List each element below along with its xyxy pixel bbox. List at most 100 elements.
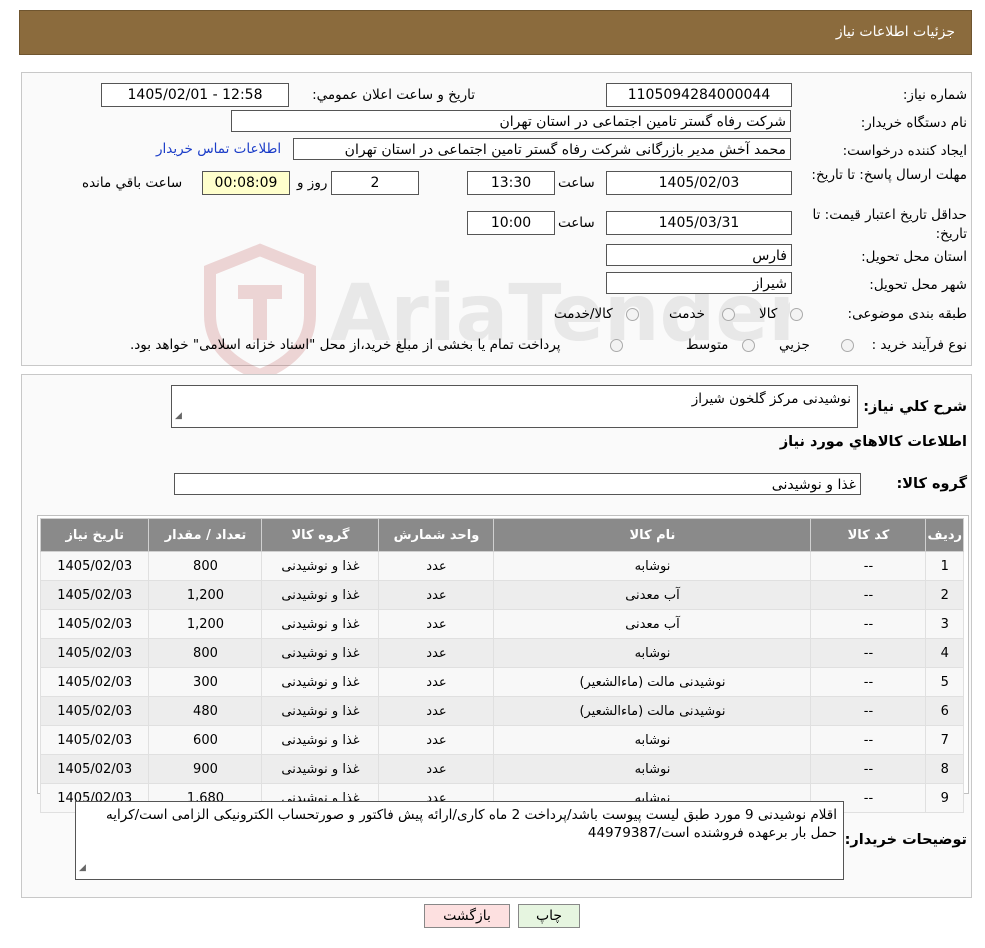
table-row: 7 -- نوشابه عدد غذا و نوشیدنی 600 1405/02/03 bbox=[39, 725, 964, 755]
cell-item-name: آب معدنی bbox=[493, 580, 812, 610]
cell-item-name: نوشابه bbox=[493, 638, 812, 668]
cell-unit: عدد bbox=[378, 754, 495, 784]
province-field[interactable]: فارس bbox=[606, 244, 792, 266]
cell-need-date: 1405/02/03 bbox=[39, 580, 150, 610]
print-button[interactable]: چاپ bbox=[518, 904, 580, 928]
buyer-notes-field[interactable]: اقلام نوشیدنی 9 مورد طبق لیست پیوست باشد… bbox=[75, 801, 844, 880]
col-row-number: رديف bbox=[925, 518, 964, 552]
cell-quantity: 480 bbox=[148, 696, 263, 726]
summary-field[interactable]: نوشیدنی مرکز گلخون شیراز ◢ bbox=[171, 385, 858, 428]
cell-need-date: 1405/02/03 bbox=[39, 667, 150, 697]
deadline-date-field[interactable]: 1405/02/03 bbox=[606, 171, 792, 195]
cell-row-number: 7 bbox=[925, 725, 964, 755]
process-label: نوع فرآيند خريد : bbox=[871, 337, 967, 353]
cell-need-date: 1405/02/03 bbox=[39, 725, 150, 755]
validity-label: حداقل تاريخ اعتبار قيمت: تا تاريخ: bbox=[812, 207, 967, 242]
cell-item-code: -- bbox=[810, 609, 927, 639]
days-label: روز و bbox=[297, 175, 328, 191]
table-row: 5 -- نوشیدنی مالت (ماءالشعیر) عدد غذا و نوشی… bbox=[39, 667, 964, 697]
cell-unit: عدد bbox=[378, 580, 495, 610]
cell-unit: عدد bbox=[378, 638, 495, 668]
cell-item-group: غذا و نوشیدنی bbox=[261, 551, 380, 581]
validity-date-field[interactable]: 1405/03/31 bbox=[606, 211, 792, 235]
col-item-code: کد کالا bbox=[810, 518, 927, 552]
cell-quantity: 300 bbox=[148, 667, 263, 697]
contact-buyer-link[interactable]: اطلاعات تماس خريدار bbox=[156, 141, 281, 157]
need-number-field[interactable]: 1105094284000044 bbox=[606, 83, 792, 107]
cell-row-number: 4 bbox=[925, 638, 964, 668]
deadline-time-label: ساعت bbox=[558, 175, 595, 191]
cell-need-date: 1405/02/03 bbox=[39, 551, 150, 581]
col-quantity: تعداد / مقدار bbox=[148, 518, 263, 552]
group-field[interactable]: غذا و نوشیدنی bbox=[174, 473, 861, 495]
resize-handle-icon[interactable]: ◢ bbox=[175, 407, 182, 425]
cell-unit: عدد bbox=[378, 696, 495, 726]
process-radio-small[interactable] bbox=[841, 339, 854, 352]
resize-handle-icon[interactable]: ◢ bbox=[79, 859, 86, 877]
process-note: پرداخت تمام يا بخشی از مبلغ خريد،از محل … bbox=[130, 337, 561, 353]
cell-quantity: 600 bbox=[148, 725, 263, 755]
category-radio-goods[interactable] bbox=[790, 308, 803, 321]
col-item-group: گروه کالا bbox=[261, 518, 380, 552]
cell-item-group: غذا و نوشیدنی bbox=[261, 667, 380, 697]
cell-need-date: 1405/02/03 bbox=[39, 754, 150, 784]
buyer-org-label: نام دستگاه خريدار: bbox=[860, 115, 967, 131]
process-radio-treasury[interactable] bbox=[610, 339, 623, 352]
back-button[interactable]: بازگشت bbox=[424, 904, 510, 928]
remaining-label: ساعت باقي مانده bbox=[82, 175, 183, 191]
cell-unit: عدد bbox=[378, 667, 495, 697]
cell-quantity: 1,200 bbox=[148, 580, 263, 610]
cell-item-group: غذا و نوشیدنی bbox=[261, 580, 380, 610]
cell-item-group: غذا و نوشیدنی bbox=[261, 609, 380, 639]
group-label: گروه کالا: bbox=[896, 476, 967, 492]
creator-field[interactable]: محمد آخش مدیر بازرگانی شرکت رفاه گستر تا… bbox=[293, 138, 791, 160]
cell-item-name: نوشابه bbox=[493, 725, 812, 755]
col-unit: واحد شمارش bbox=[378, 518, 495, 552]
table-row: 1 -- نوشابه عدد غذا و نوشیدنی 800 1405/02/03 bbox=[39, 551, 964, 581]
cell-need-date: 1405/02/03 bbox=[39, 609, 150, 639]
cell-item-name: نوشابه bbox=[493, 754, 812, 784]
watermark-shield-icon bbox=[204, 243, 316, 380]
cell-item-code: -- bbox=[810, 696, 927, 726]
validity-time-field[interactable]: 10:00 bbox=[467, 211, 555, 235]
cell-item-group: غذا و نوشیدنی bbox=[261, 638, 380, 668]
items-table: رديف کد کالا نام کالا واحد شمارش گروه کا… bbox=[39, 518, 964, 813]
cell-item-code: -- bbox=[810, 638, 927, 668]
items-heading: اطلاعات كالاهاي مورد نياز bbox=[779, 434, 967, 450]
creator-label: ايجاد کننده درخواست: bbox=[842, 143, 967, 159]
cell-item-code: -- bbox=[810, 551, 927, 581]
category-radio-goods-service[interactable] bbox=[626, 308, 639, 321]
summary-label: شرح كلي نياز: bbox=[863, 399, 967, 415]
table-header-row: رديف کد کالا نام کالا واحد شمارش گروه کا… bbox=[39, 518, 964, 552]
cell-item-code: -- bbox=[810, 754, 927, 784]
page-title: جزئیات اطلاعات نیاز bbox=[835, 24, 955, 40]
buyer-notes-text: اقلام نوشیدنی 9 مورد طبق لیست پیوست باشد… bbox=[105, 807, 837, 841]
category-option-goods: کالا bbox=[759, 306, 778, 322]
cell-item-group: غذا و نوشیدنی bbox=[261, 725, 380, 755]
col-item-name: نام کالا bbox=[493, 518, 812, 552]
buyer-notes-label: توضيحات خريدار: bbox=[844, 832, 967, 848]
announce-label: تاریخ و ساعت اعلان عمومي: bbox=[312, 87, 475, 103]
col-need-date: تاريخ نياز bbox=[39, 518, 150, 552]
cell-item-name: نوشیدنی مالت (ماءالشعیر) bbox=[493, 667, 812, 697]
cell-quantity: 1,200 bbox=[148, 609, 263, 639]
announce-field[interactable]: 1405/02/01 - 12:58 bbox=[101, 83, 289, 107]
process-option-small: جزيي bbox=[779, 337, 810, 353]
process-option-medium: متوسط bbox=[686, 337, 729, 353]
category-radio-service[interactable] bbox=[722, 308, 735, 321]
city-field[interactable]: شیراز bbox=[606, 272, 792, 294]
cell-item-group: غذا و نوشیدنی bbox=[261, 754, 380, 784]
deadline-time-field[interactable]: 13:30 bbox=[467, 171, 555, 195]
buyer-org-field[interactable]: شرکت رفاه گستر تامین اجتماعی در استان ته… bbox=[231, 110, 791, 132]
validity-time-label: ساعت bbox=[558, 215, 595, 231]
cell-need-date: 1405/02/03 bbox=[39, 638, 150, 668]
cell-item-code: -- bbox=[810, 667, 927, 697]
province-label: استان محل تحويل: bbox=[861, 249, 967, 265]
cell-row-number: 1 bbox=[925, 551, 964, 581]
cell-quantity: 800 bbox=[148, 551, 263, 581]
cell-item-name: آب معدنی bbox=[493, 609, 812, 639]
deadline-label: مهلت ارسال پاسخ: تا تاريخ: bbox=[811, 167, 967, 183]
process-radio-medium[interactable] bbox=[742, 339, 755, 352]
days-field[interactable]: 2 bbox=[331, 171, 419, 195]
cell-item-name: نوشابه bbox=[493, 551, 812, 581]
